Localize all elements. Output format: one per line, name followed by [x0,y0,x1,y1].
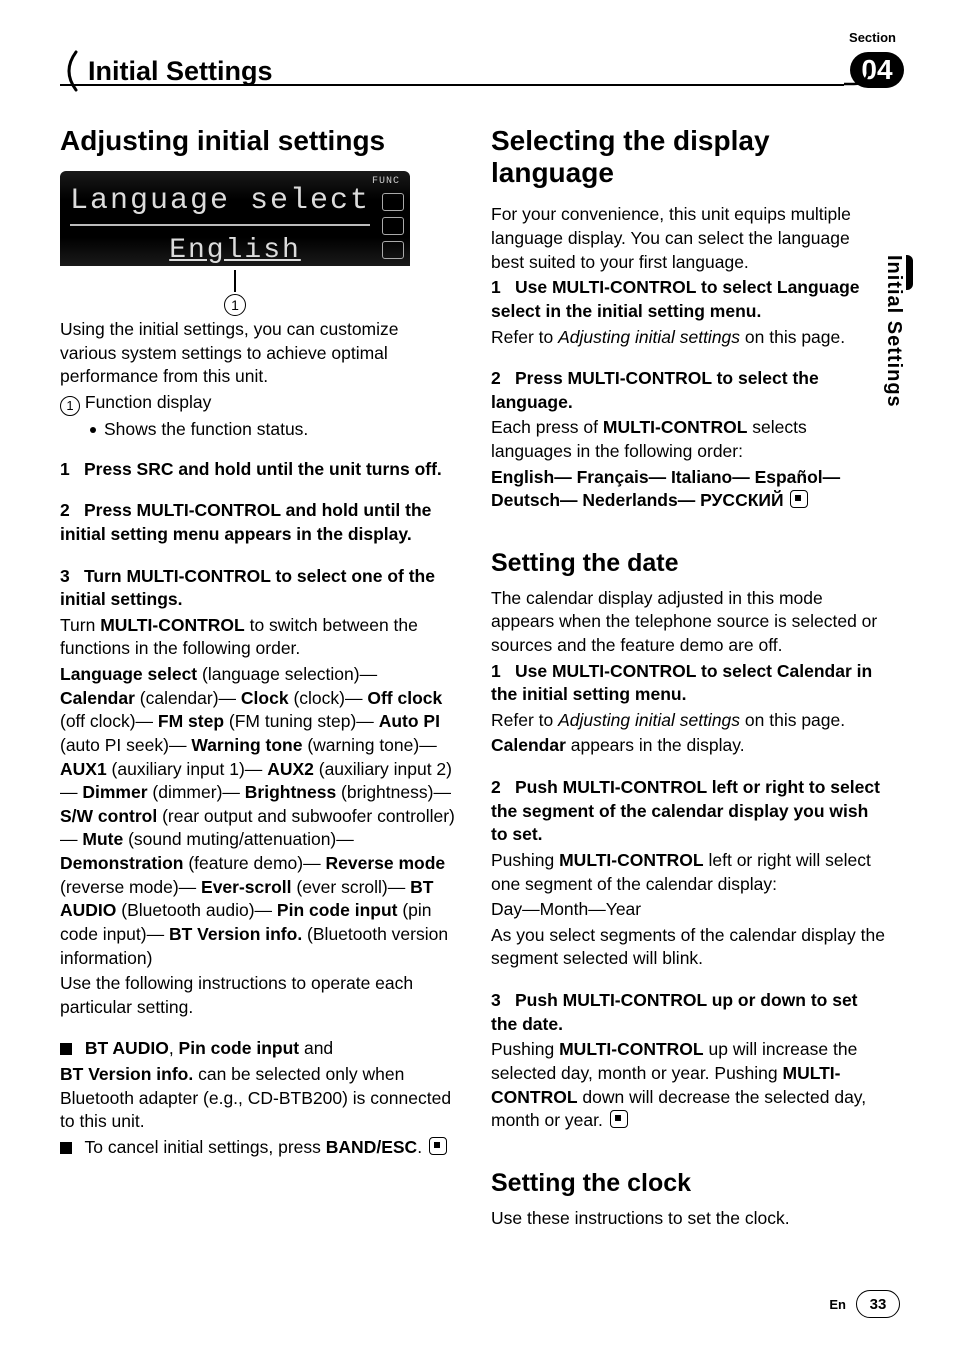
end-section-icon [429,1137,447,1155]
side-tab: Initial Settings [882,255,906,515]
note-1-line2: BT Version info. can be selected only wh… [60,1063,455,1134]
callout-number: 1 [224,294,246,316]
date-intro: The calendar display adjusted in this mo… [491,587,886,658]
header: Section 04 Initial Settings [60,30,904,85]
lcd-icon [382,217,404,235]
lcd-icon [382,193,404,211]
lcd-icon [382,241,404,259]
lcd-line2: English [70,232,400,267]
lcd-line1: Language select [70,181,370,226]
step-3-after: Use the following instructions to operat… [60,972,455,1019]
header-title: Initial Settings [88,56,273,87]
step-3-head: 3Turn MULTI-CONTROL to select one of the… [60,565,455,612]
header-curve-icon [844,70,874,100]
heading-language: Selecting the display language [491,125,886,189]
end-section-icon [610,1110,628,1128]
footer: En 33 [829,1290,900,1318]
date-step1-body: Refer to Adjusting initial settings on t… [491,709,886,733]
date-step3-head: 3Push MULTI-CONTROL up or down to set th… [491,989,886,1036]
intro-text: Using the initial settings, you can cust… [60,318,455,389]
side-tab-label: Initial Settings [882,255,905,408]
step-2-head: 2Press MULTI-CONTROL and hold until the … [60,499,455,546]
section-label: Section [849,30,896,45]
bullet-icon [90,427,96,433]
lang-order: English— Français— Italiano— Español— De… [491,466,886,513]
display-figure: FUNC Language select English 1 [60,171,410,316]
date-step2-body: Pushing MULTI-CONTROL left or right will… [491,849,886,896]
lang-step2-body: Each press of MULTI-CONTROL selects lang… [491,416,886,463]
lcd-screen: FUNC Language select English [60,171,410,266]
date-step1-head: 1Use MULTI-CONTROL to select Calendar in… [491,660,886,707]
note-2: To cancel initial settings, press BAND/E… [60,1136,455,1160]
footer-page: 33 [856,1290,900,1318]
end-section-icon [790,490,808,508]
settings-sequence: Language select (language selection)— Ca… [60,663,455,970]
lang-step2-head: 2Press MULTI-CONTROL to select the langu… [491,367,886,414]
circled-one-icon: 1 [60,396,80,416]
heading-clock: Setting the clock [491,1167,886,1201]
function-display-sub: Shows the function status. [60,418,455,442]
heading-date: Setting the date [491,547,886,581]
right-column: Selecting the display language For your … [491,125,886,1232]
heading-adjusting: Adjusting initial settings [60,125,455,157]
lang-step1-body: Refer to Adjusting initial settings on t… [491,326,886,350]
lang-step1-head: 1Use MULTI-CONTROL to select Language se… [491,276,886,323]
lcd-func-label: FUNC [372,175,400,189]
clock-intro: Use these instructions to set the clock. [491,1207,886,1231]
function-display-line: 1 Function display [60,391,455,416]
header-rule [60,84,844,86]
footer-lang: En [829,1297,846,1312]
date-step1-body2: Calendar appears in the display. [491,734,886,758]
date-step3-body: Pushing MULTI-CONTROL up will increase t… [491,1038,886,1133]
square-bullet-icon [60,1142,72,1154]
function-display-label: Function display [85,392,211,412]
lang-intro: For your convenience, this unit equips m… [491,203,886,274]
square-bullet-icon [60,1043,72,1055]
left-column: Adjusting initial settings FUNC Language… [60,125,455,1232]
side-tab-nub-icon [906,255,913,290]
date-step2-blink: As you select segments of the calendar d… [491,924,886,971]
date-step2-dmy: Day—Month—Year [491,898,886,922]
lcd-side-icons [382,193,404,259]
step-1-head: 1Press SRC and hold until the unit turns… [60,458,455,482]
step-3-body1: Turn MULTI-CONTROL to switch between the… [60,614,455,661]
date-step2-head: 2Push MULTI-CONTROL left or right to sel… [491,776,886,847]
callout-line-icon [234,270,236,292]
note-1: BT AUDIO, Pin code input and [60,1037,455,1061]
